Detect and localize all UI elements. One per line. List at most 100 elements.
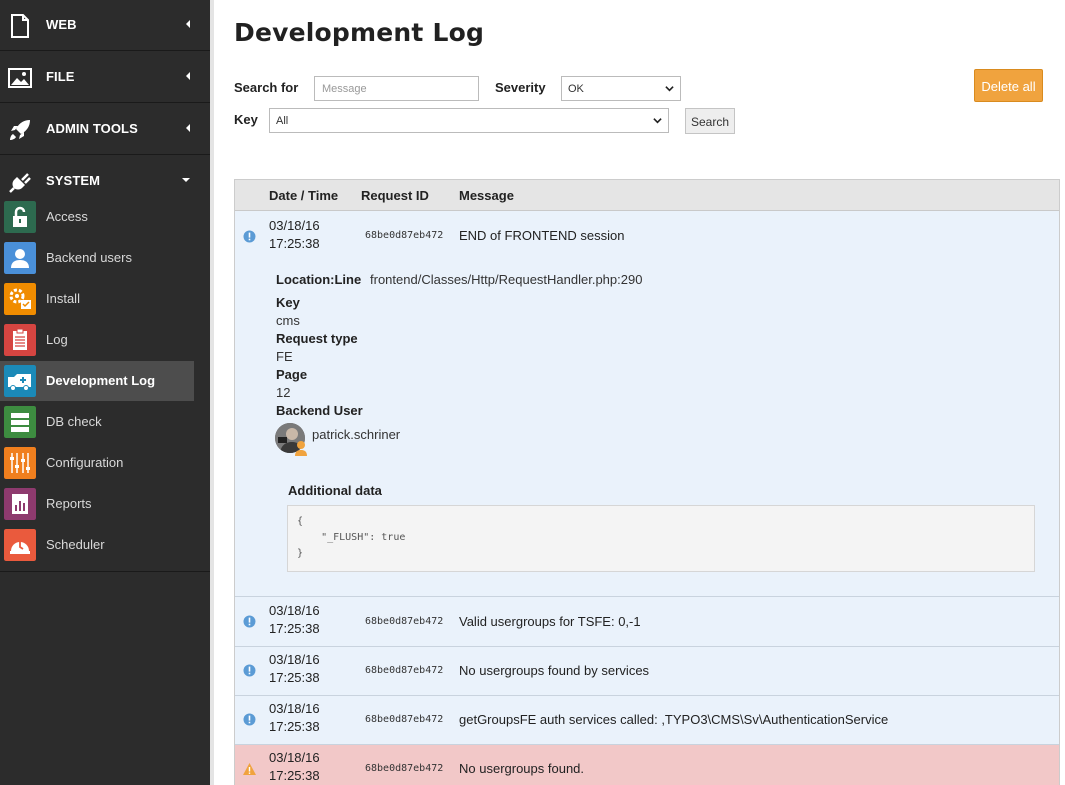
image-icon bbox=[8, 68, 32, 88]
row-message: Valid usergroups for TSFE: 0,-1 bbox=[459, 614, 641, 629]
sidebar-item-label: Reports bbox=[46, 496, 92, 511]
sidebar-group-admin-tools[interactable]: ADMIN TOOLS bbox=[0, 104, 210, 155]
additional-data-code: { "_FLUSH": true} bbox=[287, 505, 1035, 572]
backend-user-label: Backend User bbox=[276, 403, 363, 418]
sidebar-item-label: Log bbox=[46, 332, 68, 347]
ambulance-icon bbox=[4, 365, 36, 397]
row-date: 03/18/16 bbox=[269, 652, 320, 667]
info-icon bbox=[243, 664, 256, 677]
row-request-id: 68be0d87eb472 bbox=[365, 665, 444, 676]
scheduler-icon bbox=[4, 529, 36, 561]
sidebar-item-install[interactable]: Install bbox=[0, 279, 194, 319]
report-icon bbox=[4, 488, 36, 520]
code-line: } bbox=[297, 548, 304, 559]
caret-left-icon bbox=[186, 124, 190, 132]
sidebar-item-scheduler[interactable]: Scheduler bbox=[0, 525, 194, 565]
sidebar-item-log[interactable]: Log bbox=[0, 320, 194, 360]
sidebar-item-label: Scheduler bbox=[46, 537, 105, 552]
info-icon bbox=[243, 230, 256, 243]
sidebar-item-reports[interactable]: Reports bbox=[0, 484, 194, 524]
row-time: 17:25:38 bbox=[269, 719, 320, 734]
user-icon bbox=[4, 242, 36, 274]
table-row[interactable]: 03/18/16 17:25:38 68be0d87eb472 No userg… bbox=[235, 647, 1059, 696]
column-header-request-id[interactable]: Request ID bbox=[361, 188, 429, 203]
row-request-id: 68be0d87eb472 bbox=[365, 763, 444, 774]
column-header-message[interactable]: Message bbox=[459, 188, 514, 203]
app-window: WEB FILE ADMIN TOOLS SYSTEM Access Backe… bbox=[0, 0, 1065, 785]
location-label: Location:Line bbox=[276, 272, 362, 287]
sidebar-group-web[interactable]: WEB bbox=[0, 0, 210, 51]
row-message: getGroupsFE auth services called: ,TYPO3… bbox=[459, 712, 889, 727]
row-time: 17:25:38 bbox=[269, 670, 320, 685]
table-row[interactable]: 03/18/16 17:25:38 68be0d87eb472 Valid us… bbox=[235, 598, 1059, 647]
caret-left-icon bbox=[186, 72, 190, 80]
sidebar: WEB FILE ADMIN TOOLS SYSTEM Access Backe… bbox=[0, 0, 210, 785]
severity-select[interactable]: OK bbox=[561, 76, 681, 101]
key-label: Key bbox=[234, 112, 258, 127]
sidebar-item-db-check[interactable]: DB check bbox=[0, 402, 194, 442]
search-label: Search for bbox=[234, 80, 299, 95]
sidebar-item-development-log[interactable]: Development Log bbox=[0, 361, 194, 401]
key-detail-label: Key bbox=[276, 295, 300, 310]
column-header-date[interactable]: Date / Time bbox=[269, 188, 338, 203]
table-row-warning[interactable]: 03/18/16 17:25:38 68be0d87eb472 No userg… bbox=[235, 745, 1059, 785]
install-icon bbox=[4, 283, 36, 315]
sidebar-group-file[interactable]: FILE bbox=[0, 52, 210, 103]
search-input[interactable]: Message bbox=[314, 76, 479, 101]
page-detail-value: 12 bbox=[276, 385, 291, 400]
chevron-down-icon bbox=[665, 86, 674, 92]
warning-icon bbox=[243, 763, 256, 775]
page-icon bbox=[11, 14, 29, 38]
table-header: Date / Time Request ID Message bbox=[235, 180, 1059, 211]
sidebar-group-label: ADMIN TOOLS bbox=[46, 121, 138, 136]
caret-left-icon bbox=[186, 20, 190, 28]
row-date: 03/18/16 bbox=[269, 701, 320, 716]
row-time: 17:25:38 bbox=[269, 768, 320, 783]
sidebar-item-configuration[interactable]: Configuration bbox=[0, 443, 194, 483]
row-date: 03/18/16 bbox=[269, 218, 320, 233]
sidebar-item-label: Backend users bbox=[46, 250, 132, 265]
sidebar-group-label: WEB bbox=[46, 17, 77, 32]
table-row-expanded[interactable]: 03/18/16 17:25:38 68be0d87eb472 END of F… bbox=[235, 212, 1059, 597]
sidebar-item-label: Development Log bbox=[46, 373, 156, 388]
table-row[interactable]: 03/18/16 17:25:38 68be0d87eb472 getGroup… bbox=[235, 696, 1059, 745]
search-button[interactable]: Search bbox=[685, 108, 735, 134]
page-title: Development Log bbox=[234, 18, 485, 47]
sidebar-item-access[interactable]: Access bbox=[0, 197, 194, 237]
key-select[interactable]: All bbox=[269, 108, 669, 133]
delete-all-button[interactable]: Delete all bbox=[974, 69, 1043, 102]
severity-select-value: OK bbox=[568, 83, 584, 95]
info-icon bbox=[243, 713, 256, 726]
row-request-id: 68be0d87eb472 bbox=[365, 616, 444, 627]
sidebar-item-label: Install bbox=[46, 291, 80, 306]
sliders-icon bbox=[4, 447, 36, 479]
row-date: 03/18/16 bbox=[269, 750, 320, 765]
key-detail-value: cms bbox=[276, 313, 300, 328]
row-request-id: 68be0d87eb472 bbox=[365, 714, 444, 725]
sidebar-group-label: FILE bbox=[46, 69, 75, 84]
sidebar-item-label: Access bbox=[46, 209, 88, 224]
log-table: Date / Time Request ID Message 03/18/16 … bbox=[234, 179, 1060, 785]
sidebar-item-label: DB check bbox=[46, 414, 102, 429]
page-detail-label: Page bbox=[276, 367, 308, 382]
caret-down-icon bbox=[182, 178, 190, 182]
row-message: END of FRONTEND session bbox=[459, 228, 625, 243]
code-line: { bbox=[297, 516, 304, 527]
sidebar-resize-edge[interactable] bbox=[210, 0, 214, 785]
request-type-label: Request type bbox=[276, 331, 358, 346]
code-line: "_FLUSH": true bbox=[297, 532, 406, 543]
additional-data-label: Additional data bbox=[288, 483, 382, 498]
sidebar-group-label: SYSTEM bbox=[46, 173, 101, 188]
chevron-down-icon bbox=[653, 118, 662, 124]
row-time: 17:25:38 bbox=[269, 236, 320, 251]
row-request-id: 68be0d87eb472 bbox=[365, 230, 444, 241]
sidebar-divider bbox=[0, 571, 210, 572]
row-message: No usergroups found. bbox=[459, 761, 585, 776]
location-value: frontend/Classes/Http/RequestHandler.php… bbox=[370, 272, 643, 287]
user-badge-icon bbox=[295, 441, 307, 456]
rocket-icon bbox=[10, 120, 30, 140]
sidebar-item-backend-users[interactable]: Backend users bbox=[0, 238, 194, 278]
lock-icon bbox=[4, 201, 36, 233]
info-icon bbox=[243, 615, 256, 628]
row-time: 17:25:38 bbox=[269, 621, 320, 636]
